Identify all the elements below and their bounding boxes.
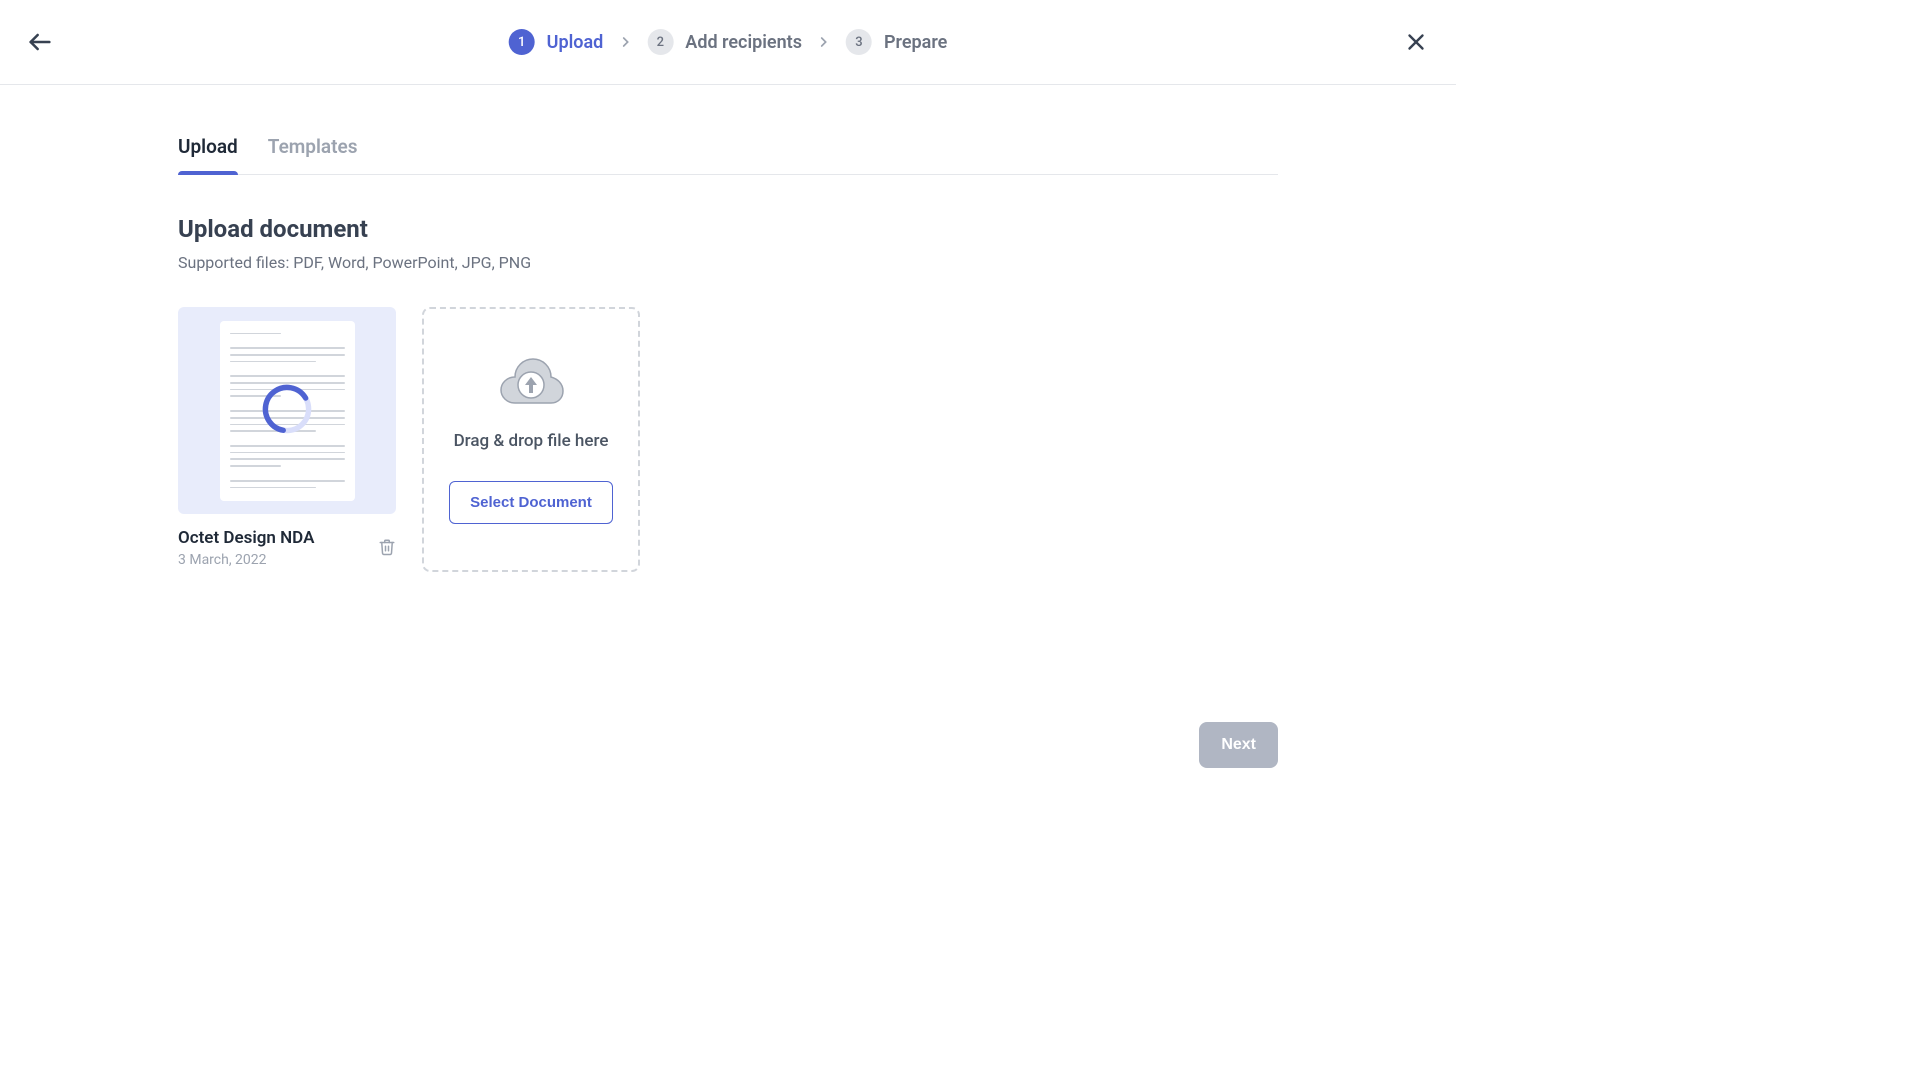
document-date: 3 March, 2022 [178,552,314,568]
dropzone-text: Drag & drop file here [454,431,609,451]
next-button[interactable]: Next [1199,722,1278,768]
cloud-upload-icon [495,355,567,411]
step-label: Add recipients [685,32,802,53]
chevron-right-icon [816,34,832,50]
close-icon [1403,29,1429,55]
dropzone[interactable]: Drag & drop file here Select Document [422,307,640,572]
tabs: Upload Templates [178,135,1278,175]
document-card[interactable]: Octet Design NDA 3 March, 2022 [178,307,396,572]
chevron-right-icon [617,34,633,50]
tab-upload[interactable]: Upload [178,135,238,174]
document-preview [178,307,396,514]
step-number: 2 [647,29,673,55]
document-info: Octet Design NDA 3 March, 2022 [178,528,396,568]
step-label: Prepare [884,32,947,53]
trash-icon [378,538,396,556]
cards-row: Octet Design NDA 3 March, 2022 [178,307,1278,572]
select-document-button[interactable]: Select Document [449,481,613,524]
step-add-recipients[interactable]: 2 Add recipients [647,29,802,55]
step-label: Upload [547,32,604,53]
main-content: Upload Templates Upload document Support… [0,85,1456,572]
delete-button[interactable] [378,528,396,560]
header: 1 Upload 2 Add recipients 3 Prepare [0,0,1456,85]
document-title: Octet Design NDA [178,528,314,548]
loading-spinner-icon [260,382,314,440]
step-prepare[interactable]: 3 Prepare [846,29,947,55]
stepper: 1 Upload 2 Add recipients 3 Prepare [509,29,948,55]
section-subtitle: Supported files: PDF, Word, PowerPoint, … [178,253,1278,272]
arrow-left-icon [26,28,54,56]
back-button[interactable] [20,22,60,62]
step-upload[interactable]: 1 Upload [509,29,604,55]
section-title: Upload document [178,215,1278,243]
step-number: 3 [846,29,872,55]
tab-templates[interactable]: Templates [268,135,358,174]
close-button[interactable] [1396,22,1436,62]
step-number: 1 [509,29,535,55]
